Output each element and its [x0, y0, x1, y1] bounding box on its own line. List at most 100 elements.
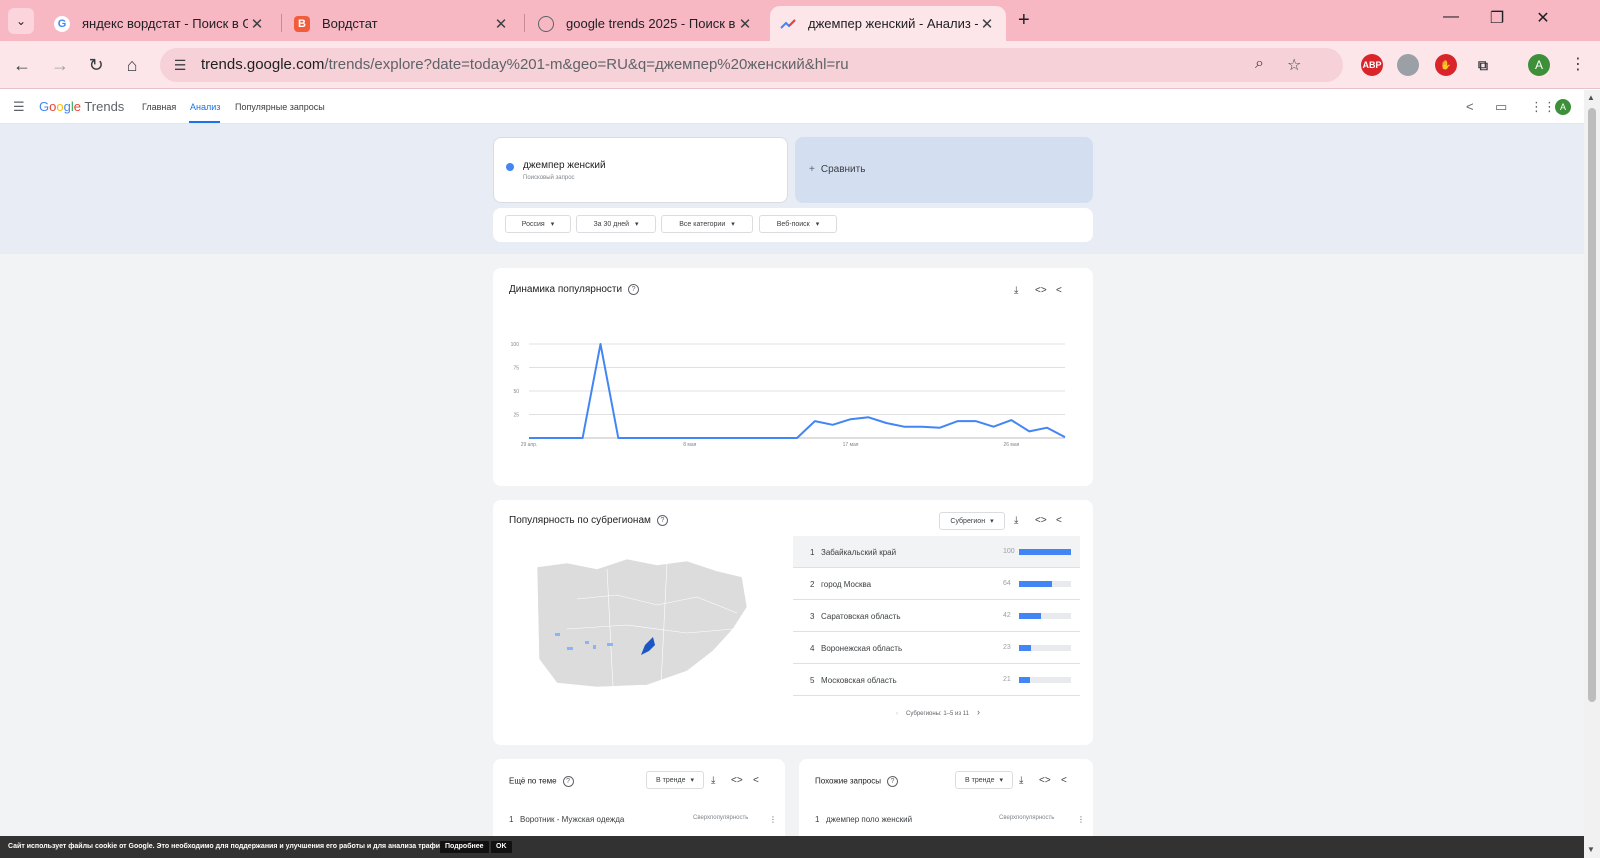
hand-extension-icon[interactable]: ✋: [1435, 54, 1457, 76]
date-filter[interactable]: За 30 дней ▾: [576, 215, 656, 233]
tab-google-trends-search[interactable]: google trends 2025 - Поиск в G ✕: [528, 6, 764, 41]
nav-explore[interactable]: Анализ: [190, 102, 220, 112]
url-text[interactable]: trends.google.com/trends/explore?date=to…: [201, 56, 849, 73]
x-tick-label: 26 мая: [1003, 442, 1019, 448]
subregion-bar-fill: [1019, 549, 1071, 555]
restore-button[interactable]: ❐: [1474, 8, 1520, 28]
help-icon[interactable]: ?: [886, 776, 898, 787]
feedback-icon[interactable]: ▭: [1495, 99, 1507, 115]
trends-icon: [780, 16, 796, 32]
geo-filter[interactable]: Россия ▾: [505, 215, 571, 233]
reload-button[interactable]: ↻: [84, 53, 108, 77]
search-term-card[interactable]: джемпер женский Поисковый запрос: [493, 137, 788, 203]
search-type-filter[interactable]: Веб-поиск ▾: [759, 215, 837, 233]
subregion-bar-track: [1019, 677, 1071, 683]
subregion-value: 64: [1003, 580, 1011, 587]
google-trends-logo[interactable]: Google Trends: [39, 99, 124, 114]
help-icon[interactable]: ?: [656, 515, 668, 526]
subregion-bar-track: [1019, 645, 1071, 651]
main-content: джемпер женский Поисковый запрос + Сравни…: [0, 124, 1584, 858]
compare-label: Сравнить: [820, 164, 866, 175]
bookmark-star-icon[interactable]: ☆: [1287, 55, 1301, 75]
adblock-icon[interactable]: ABP: [1361, 54, 1383, 76]
more-options-icon[interactable]: ⋮: [769, 815, 777, 824]
tab-wordstat[interactable]: В Вордстат ✕: [284, 6, 520, 41]
related-query-item[interactable]: джемпер поло женский: [826, 815, 912, 824]
subregion-bar-fill: [1019, 677, 1030, 683]
cookie-ok-button[interactable]: OK: [491, 841, 512, 853]
tab-trends-analysis[interactable]: джемпер женский - Анализ - G ✕: [770, 6, 1006, 41]
download-icon[interactable]: ⤓: [711, 775, 715, 786]
zoom-icon[interactable]: ⌕: [1255, 55, 1264, 73]
download-icon[interactable]: ⤓: [1014, 515, 1018, 526]
compare-button[interactable]: + Сравнить: [795, 137, 1093, 203]
scroll-up-icon[interactable]: ▲: [1587, 93, 1595, 102]
back-button[interactable]: ←: [10, 53, 34, 77]
related-topic-item[interactable]: Воротник - Мужская одежда: [520, 815, 624, 824]
related-queries-dropdown[interactable]: В тренде ▾: [955, 771, 1013, 789]
dropdown-arrow-icon: ▾: [550, 221, 555, 228]
scrollbar-thumb[interactable]: [1588, 108, 1596, 702]
subregion-row[interactable]: 4 Воронежская область 23: [793, 632, 1080, 664]
embed-icon[interactable]: <>: [1035, 515, 1047, 526]
close-icon[interactable]: ✕: [978, 15, 996, 33]
close-icon[interactable]: ✕: [736, 15, 754, 33]
embed-icon[interactable]: <>: [731, 775, 743, 786]
card-title: Популярность по субрегионам?: [509, 515, 668, 526]
subregion-dropdown[interactable]: Субрегион ▾: [939, 512, 1005, 530]
avatar[interactable]: A: [1555, 99, 1571, 115]
share-icon[interactable]: <: [1061, 775, 1067, 786]
prev-page-icon[interactable]: ‹: [896, 711, 898, 717]
x-tick-label: 8 мая: [683, 442, 696, 448]
russia-map[interactable]: [537, 559, 752, 689]
globe-extension-icon[interactable]: [1397, 54, 1419, 76]
embed-icon[interactable]: <>: [1039, 775, 1051, 786]
subregion-row[interactable]: 3 Саратовская область 42: [793, 600, 1080, 632]
minimize-button[interactable]: —: [1428, 8, 1474, 26]
close-window-button[interactable]: ✕: [1520, 8, 1566, 28]
help-icon[interactable]: ?: [562, 776, 574, 787]
apps-grid-icon[interactable]: ⋮⋮: [1530, 99, 1556, 115]
share-icon[interactable]: <: [753, 775, 759, 786]
address-bar[interactable]: ☰ trends.google.com/trends/explore?date=…: [160, 48, 1343, 82]
page-scrollbar[interactable]: ▲ ▼: [1584, 90, 1600, 858]
profile-avatar[interactable]: A: [1528, 54, 1550, 76]
category-filter[interactable]: Все категории ▾: [661, 215, 753, 233]
related-query-rank: 1: [815, 815, 820, 824]
download-icon[interactable]: ⤓: [1019, 775, 1023, 786]
tab-separator: [281, 14, 282, 32]
nav-home[interactable]: Главная: [142, 102, 176, 112]
site-info-icon[interactable]: ☰: [170, 55, 190, 75]
more-options-icon[interactable]: ⋮: [1077, 815, 1085, 824]
extensions-icon[interactable]: ⧉: [1472, 54, 1494, 76]
subregion-row[interactable]: 2 город Москва 64: [793, 568, 1080, 600]
close-icon[interactable]: ✕: [248, 15, 266, 33]
browser-menu-icon[interactable]: ⋮: [1570, 54, 1586, 74]
subregion-rank: 3: [810, 612, 815, 621]
interest-line-chart: 100 75 50 25 29 апр. 8 мая 17 мая 26 мая: [511, 342, 1066, 448]
google-icon: G: [54, 15, 70, 32]
tab-search-button[interactable]: ⌄: [8, 8, 34, 34]
subregion-row[interactable]: 1 Забайкальский край 100: [793, 536, 1080, 568]
subregion-bar-fill: [1019, 613, 1041, 619]
share-icon[interactable]: <: [1466, 99, 1474, 114]
subregion-rank: 4: [810, 644, 815, 653]
subregion-row[interactable]: 5 Московская область 21: [793, 664, 1080, 696]
scroll-down-icon[interactable]: ▼: [1587, 845, 1595, 854]
nav-trending[interactable]: Популярные запросы: [235, 102, 325, 112]
menu-icon[interactable]: ☰: [13, 99, 25, 115]
share-icon[interactable]: <: [1056, 515, 1062, 526]
home-button[interactable]: ⌂: [120, 53, 144, 77]
next-page-icon[interactable]: ›: [977, 707, 980, 717]
related-topics-dropdown[interactable]: В тренде ▾: [646, 771, 704, 789]
card-title: Похожие запросы?: [815, 776, 898, 787]
subregion-name: Московская область: [821, 676, 897, 685]
subregion-value: 100: [1003, 548, 1015, 555]
tab-google-search[interactable]: G яндекс вордстат - Поиск в Goo ✕: [44, 6, 276, 41]
cookie-more-button[interactable]: Подробнее: [440, 841, 489, 853]
new-tab-button[interactable]: +: [1018, 9, 1030, 32]
forward-button[interactable]: →: [48, 53, 72, 77]
close-icon[interactable]: ✕: [492, 15, 510, 33]
subregion-pager: ‹ Субрегионы: 1–5 из 11 ›: [896, 707, 981, 717]
subregion-name: Воронежская область: [821, 644, 903, 653]
